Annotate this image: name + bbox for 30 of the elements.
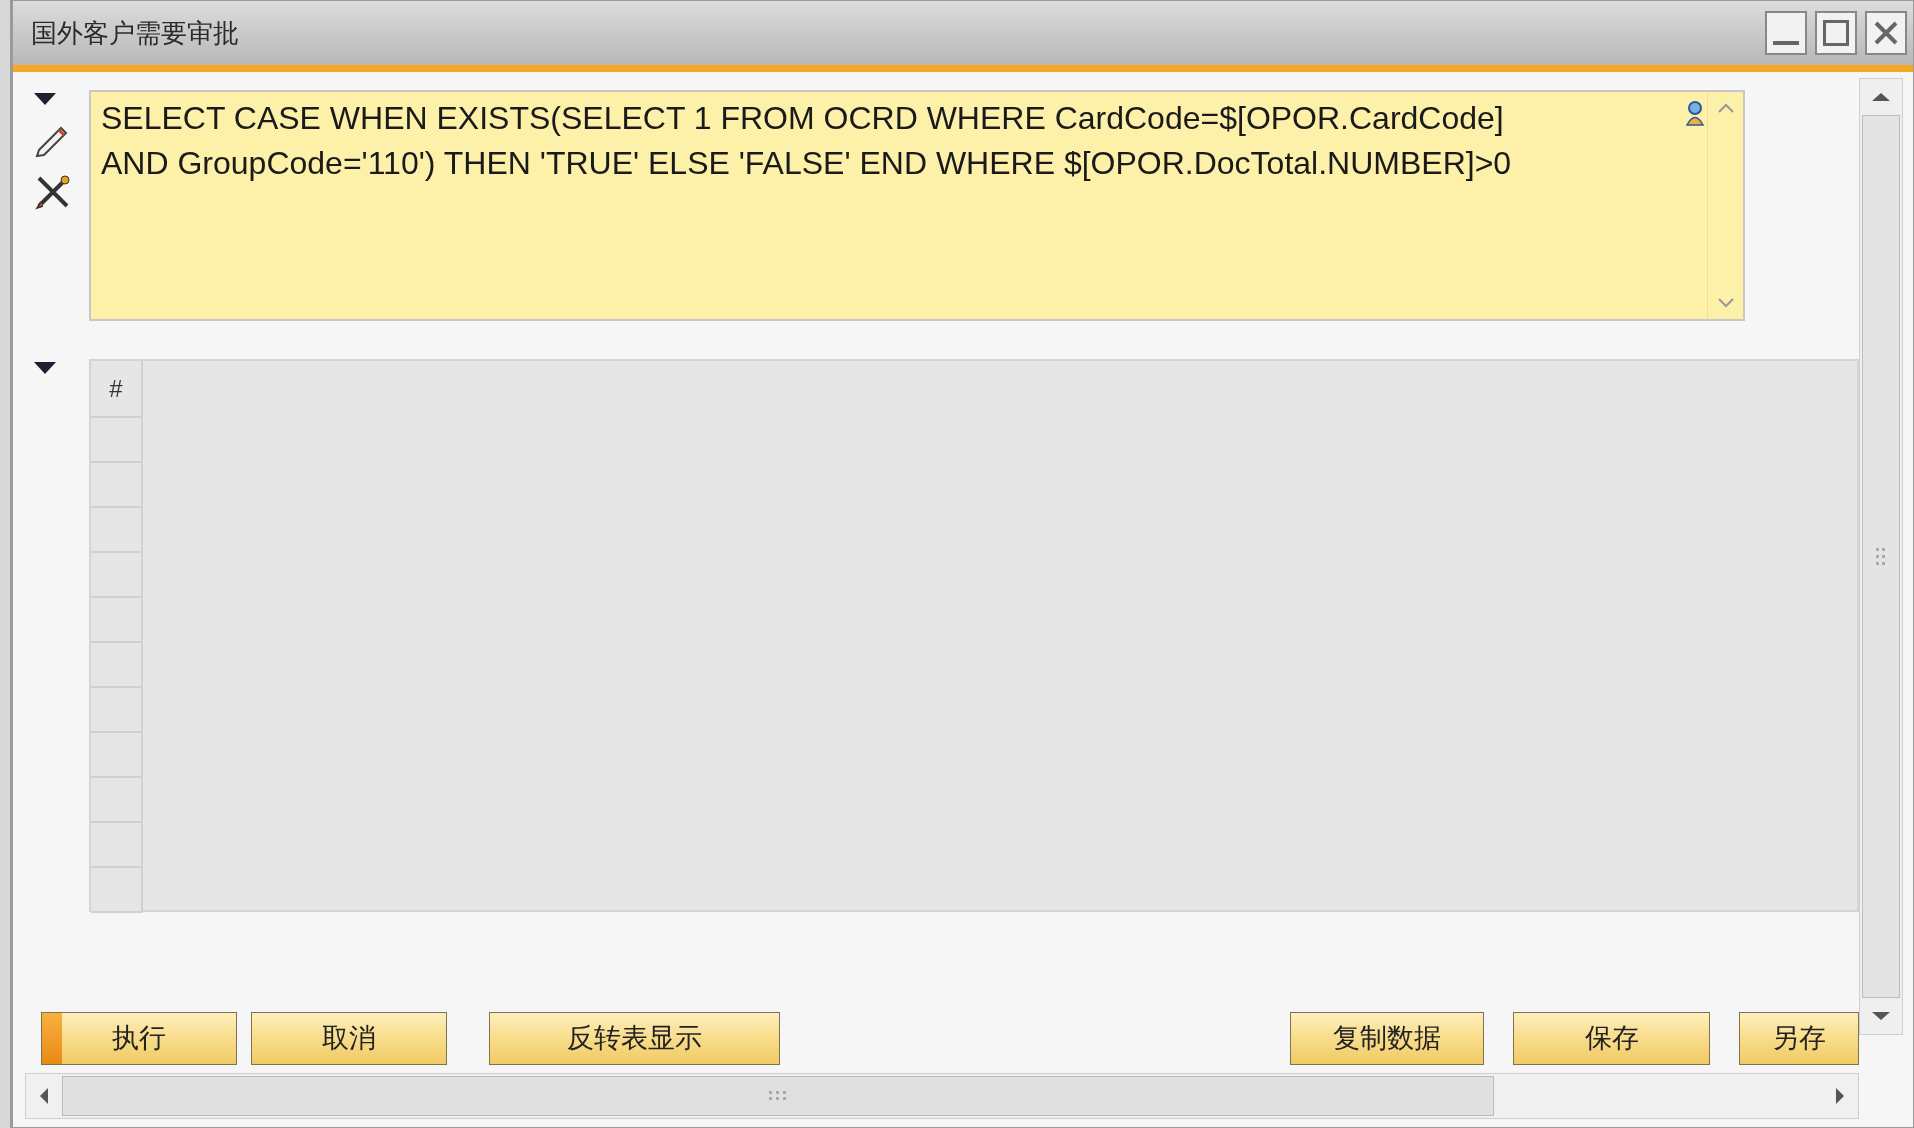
- scrollbar-thumb[interactable]: [62, 1076, 1494, 1116]
- action-button[interactable]: 执行: [41, 1012, 237, 1065]
- collapse-arrow-icon[interactable]: [33, 361, 57, 375]
- scroll-left-icon[interactable]: [38, 1087, 50, 1105]
- tools-icon[interactable]: [33, 172, 73, 212]
- scrollbar-thumb[interactable]: [1862, 115, 1900, 998]
- query-editor[interactable]: SELECT CASE WHEN EXISTS(SELECT 1 FROM OCRD WHERE CardCode=$[OPOR.CardCode] AND GroupCode='110') THEN 'TRUE' ELSE 'FALSE' END WHERE $[OPOR.DocTotal.NUMBER]>0: [89, 90, 1745, 321]
- close-icon: [1873, 20, 1899, 46]
- close-button[interactable]: [1865, 11, 1907, 55]
- action-button[interactable]: 反转表显示: [489, 1012, 780, 1065]
- maximize-icon: [1823, 20, 1849, 46]
- collapse-arrow-icon[interactable]: [33, 92, 57, 106]
- query-text-line: SELECT CASE WHEN EXISTS(SELECT 1 FROM OCRD WHERE CardCode=$[OPOR.CardCode]: [101, 99, 1504, 138]
- scroll-down-icon[interactable]: [1871, 1011, 1891, 1021]
- action-button[interactable]: 取消: [251, 1012, 447, 1065]
- minimize-button[interactable]: [1765, 11, 1807, 55]
- query-text-line: AND GroupCode='110') THEN 'TRUE' ELSE 'FALSE' END WHERE $[OPOR.DocTotal.NUMBER]>0: [101, 144, 1512, 183]
- scroll-up-icon[interactable]: [1871, 92, 1891, 102]
- scroll-right-icon[interactable]: [1834, 1087, 1846, 1105]
- horizontal-scrollbar[interactable]: [25, 1073, 1859, 1119]
- action-button[interactable]: 复制数据: [1290, 1012, 1484, 1065]
- action-button[interactable]: 另存: [1739, 1012, 1859, 1065]
- grip-icon: [1876, 547, 1886, 566]
- user-icon[interactable]: [1684, 100, 1706, 126]
- window-title: 国外客户需要审批: [31, 16, 240, 50]
- minimize-icon: [1773, 41, 1799, 45]
- maximize-button[interactable]: [1815, 11, 1857, 55]
- action-button[interactable]: 保存: [1513, 1012, 1710, 1065]
- grip-icon: [769, 1091, 787, 1101]
- window-scrollbar[interactable]: [1859, 78, 1903, 1035]
